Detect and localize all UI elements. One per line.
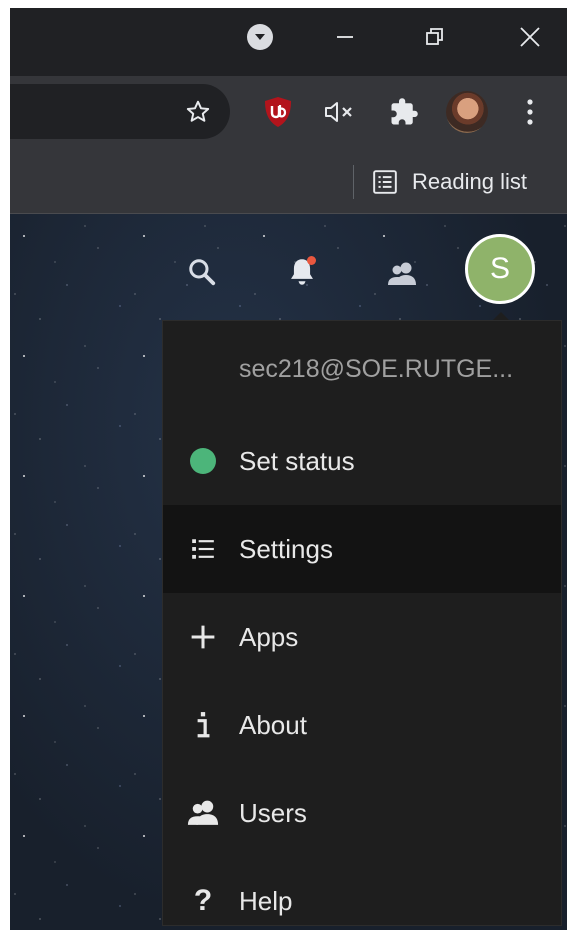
menu-user-account: sec218@SOE.RUTGE... [239,354,514,383]
bookmarks-bar: Reading list [10,151,567,214]
menu-item-label: Set status [239,445,355,476]
profile-avatar-button[interactable] [442,84,492,139]
bookmarks-separator [353,165,354,199]
menu-item-label: Settings [239,533,333,564]
browser-toolbar [10,76,567,151]
reading-list-icon [373,170,397,194]
menu-item-label: Users [239,797,307,828]
restore-button[interactable] [414,8,456,66]
minimize-icon [337,36,353,38]
profile-photo [446,90,488,133]
minimize-button[interactable] [324,8,366,66]
title-bar [10,8,567,76]
star-icon [186,100,210,122]
close-icon [520,27,540,47]
app-page: S sec218@SOE.RUTGE... Set status Setting… [10,214,567,930]
reading-list-button[interactable]: Reading list [372,151,527,213]
kebab-menu-icon [527,98,533,125]
search-button[interactable] [182,252,222,292]
plus-icon [185,619,221,655]
status-dot-icon [185,443,221,479]
muted-speaker-icon [325,101,352,122]
users-icon [388,262,416,285]
menu-item-users[interactable]: Users [163,769,561,857]
menu-item-label: About [239,709,307,740]
search-icon [189,259,216,286]
menu-item-set-status[interactable]: Set status [163,417,561,505]
question-icon: ? [193,884,213,917]
ublock-shield-icon [265,96,291,127]
contacts-button[interactable] [382,254,422,294]
puzzle-icon [391,97,418,124]
menu-item-label: Help [239,885,293,916]
browser-menu-button[interactable] [515,84,545,139]
users-icon [185,795,221,831]
browser-window: Reading list S sec218@SOE.RUTGE... Set s… [10,8,567,930]
notifications-button[interactable] [282,252,322,292]
tab-search-icon [247,24,273,50]
bookmark-star-button[interactable] [178,84,218,139]
menu-item-help[interactable]: ? Help [163,857,561,930]
mute-tab-button[interactable] [320,84,360,139]
restore-icon [426,28,443,45]
menu-item-about[interactable]: About [163,681,561,769]
reading-list-label: Reading list [412,169,527,194]
menu-item-label: Apps [239,621,299,652]
avatar-initial: S [489,252,510,285]
menu-item-settings[interactable]: Settings [163,505,561,593]
ublock-extension-button[interactable] [260,84,296,139]
menu-item-apps[interactable]: Apps [163,593,561,681]
user-menu: sec218@SOE.RUTGE... Set status Settings [162,320,562,926]
info-icon [185,707,221,743]
list-icon [185,531,221,567]
user-avatar-button[interactable]: S [465,234,535,304]
tab-search-button[interactable] [240,8,280,66]
close-button[interactable] [508,8,552,66]
notification-badge [307,256,316,265]
extensions-button[interactable] [386,84,422,139]
